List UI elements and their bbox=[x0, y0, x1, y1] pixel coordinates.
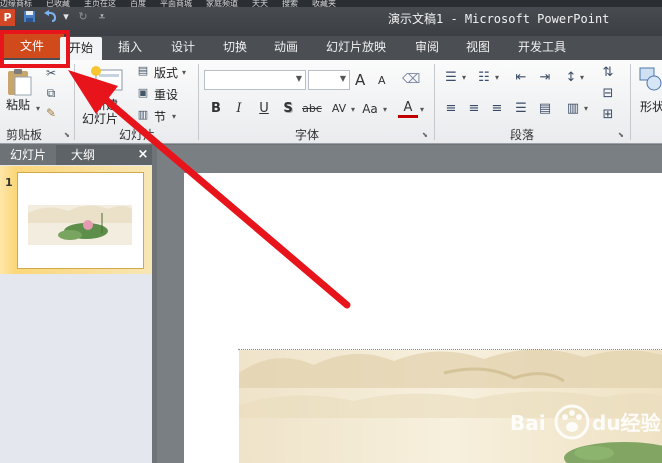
baidu-watermark-logo: Bai du经验 bbox=[510, 400, 662, 448]
annotation-arrow bbox=[68, 70, 351, 309]
